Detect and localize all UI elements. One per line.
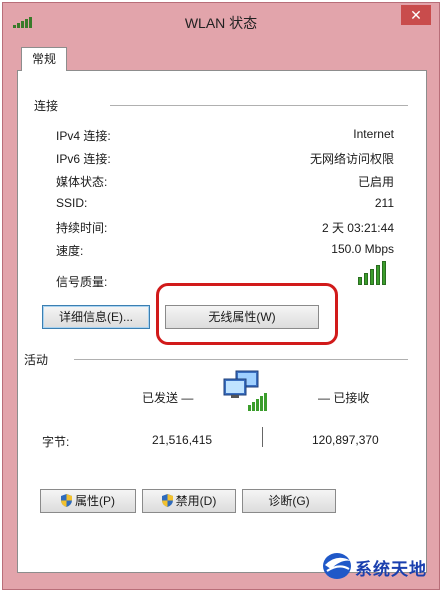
tab-strip: 常规 连接 IPv4 连接: Internet IPv6 连接: 无网络访问权限…: [17, 39, 427, 579]
site-watermark: 系统天地: [319, 549, 431, 583]
ipv4-value: Internet: [353, 127, 394, 141]
wlan-status-window: WLAN 状态 ✕ 常规 连接 IPv4 连接: Internet IPv6 连…: [2, 2, 440, 590]
diagnose-button[interactable]: 诊断(G): [242, 489, 336, 513]
bytes-sent-value: 21,516,415: [152, 433, 213, 447]
ipv6-label: IPv6 连接:: [56, 152, 111, 166]
window-title: WLAN 状态: [184, 15, 258, 31]
activity-section-title: 活动: [24, 353, 49, 367]
bytes-received-value: 120,897,370: [312, 433, 379, 447]
speed-label: 速度:: [56, 244, 84, 258]
properties-button-label: 属性(P): [75, 494, 115, 508]
disable-button[interactable]: 禁用(D): [142, 489, 236, 513]
network-computers-icon: [223, 370, 267, 411]
properties-button[interactable]: 属性(P): [40, 489, 136, 513]
title-bar[interactable]: WLAN 状态 ✕: [3, 3, 439, 37]
connection-divider: [110, 105, 408, 106]
ipv4-label: IPv4 连接:: [56, 129, 111, 143]
details-button[interactable]: 详细信息(E)...: [42, 305, 150, 329]
red-highlight-annotation: [156, 283, 338, 345]
received-label: — 已接收: [318, 391, 370, 405]
duration-label: 持续时间:: [56, 221, 108, 235]
speed-value: 150.0 Mbps: [331, 242, 394, 256]
duration-value: 2 天 03:21:44: [321, 221, 394, 235]
signal-quality-label: 信号质量:: [56, 275, 108, 289]
connection-section-title: 连接: [34, 99, 59, 113]
media-state-label: 媒体状态:: [56, 175, 108, 189]
sent-label: 已发送 —: [142, 391, 194, 405]
ipv6-value: 无网络访问权限: [309, 152, 394, 166]
tab-general[interactable]: 常规: [21, 47, 67, 71]
close-button[interactable]: ✕: [401, 5, 431, 25]
uac-shield-icon: [161, 494, 173, 507]
ssid-label: SSID:: [56, 196, 88, 210]
uac-shield-icon: [61, 494, 72, 507]
globe-logo-icon: [323, 553, 351, 579]
general-panel: 连接 IPv4 连接: Internet IPv6 连接: 无网络访问权限 媒体…: [17, 70, 427, 573]
ssid-value: 211: [374, 196, 394, 210]
media-state-value: 已启用: [357, 175, 394, 189]
bytes-label: 字节:: [42, 435, 70, 449]
signal-strength-icon: [358, 261, 388, 285]
activity-divider: [74, 359, 408, 360]
disable-button-label: 禁用(D): [175, 494, 217, 508]
watermark-text: 系统天地: [355, 560, 427, 580]
bytes-separator: [262, 427, 263, 447]
